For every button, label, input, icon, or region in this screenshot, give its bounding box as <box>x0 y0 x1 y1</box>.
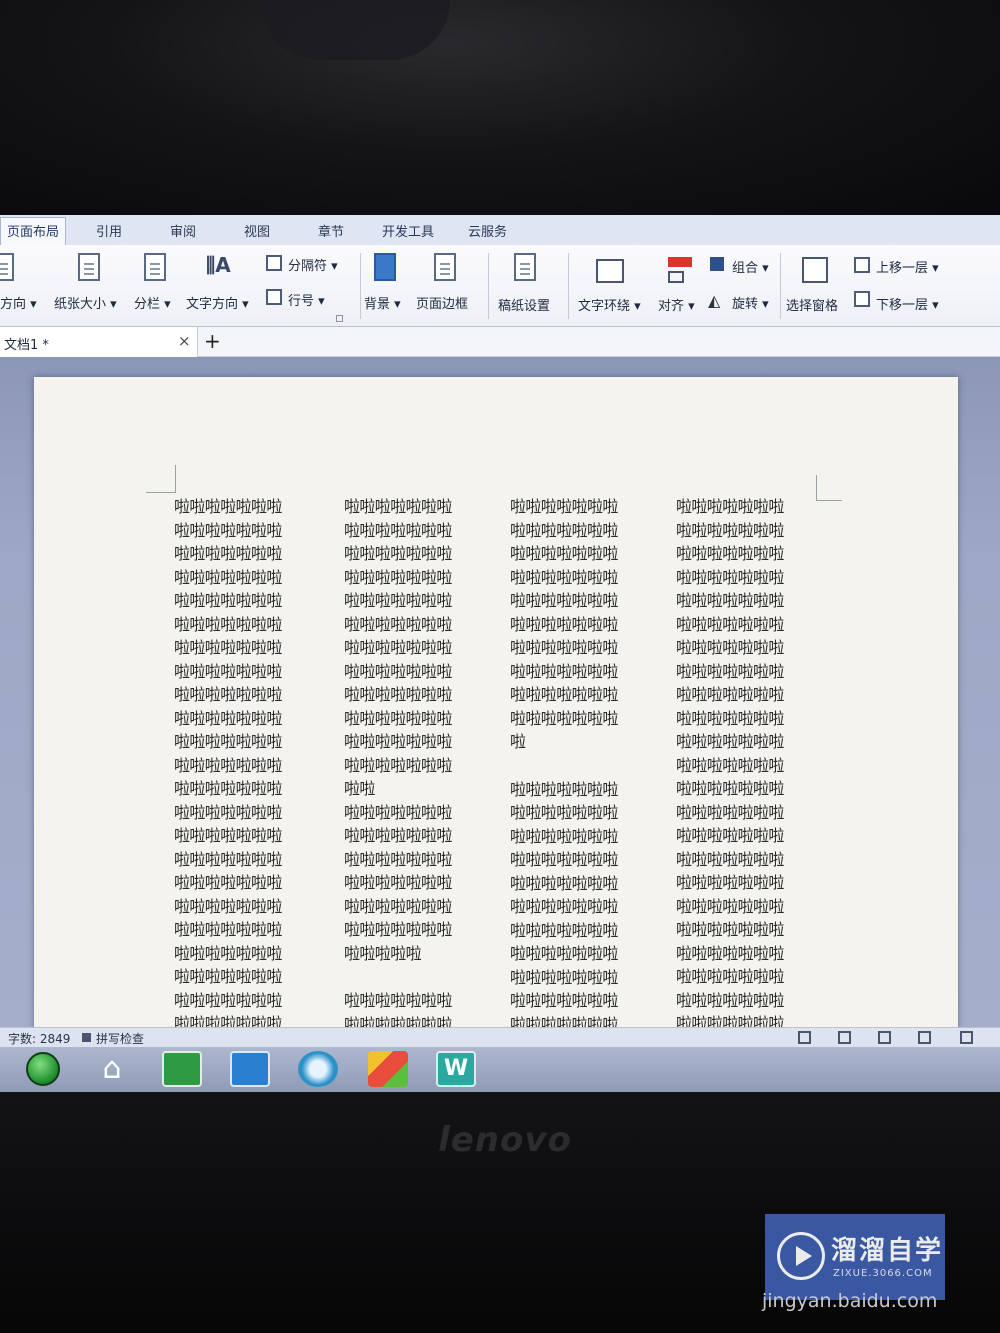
start-orb[interactable] <box>26 1052 60 1086</box>
background-icon <box>374 253 396 281</box>
page-view-icon[interactable] <box>838 1031 851 1044</box>
separator-button[interactable]: 分隔符 ▾ <box>288 255 338 274</box>
taskbar: ⌂ W <box>0 1047 1000 1092</box>
store-icon[interactable] <box>162 1051 202 1087</box>
page-border-icon <box>434 253 456 281</box>
view-mode-icon[interactable] <box>798 1031 811 1044</box>
paragraph: 啦啦啦啦啦啦啦 啦啦啦啦啦啦啦 啦啦啦啦啦啦啦 啦啦啦啦啦啦啦 啦啦啦啦啦啦啦 … <box>510 497 618 751</box>
orientation-icon <box>0 253 14 281</box>
orientation-button[interactable]: 方向 ▾ <box>0 293 37 312</box>
photo-shadow <box>260 0 450 60</box>
web-view-icon[interactable] <box>918 1031 931 1044</box>
separator-icon <box>266 255 282 271</box>
margin-marker-top-left <box>146 465 176 493</box>
dialog-launcher-icon[interactable] <box>336 315 343 322</box>
group-button[interactable]: 组合 ▾ <box>732 257 769 276</box>
ribbon-separator <box>360 253 361 319</box>
spell-check-button[interactable]: 拼写检查 <box>96 1030 144 1047</box>
paragraph: 啦啦啦啦啦啦啦 啦啦啦啦啦啦啦 啦啦啦啦啦啦啦 啦啦啦啦啦啦啦 啦啦啦啦啦啦啦 … <box>676 497 784 775</box>
menu-tabs: 页面布局 引用 审阅 视图 章节 开发工具 云服务 <box>0 215 1000 246</box>
document-tab-label: 文档1 * <box>4 338 49 353</box>
rotate-button[interactable]: 旋转 ▾ <box>732 293 769 312</box>
send-backward-icon <box>854 291 870 307</box>
play-icon <box>777 1232 825 1280</box>
tab-chapter[interactable]: 章节 <box>318 221 344 240</box>
empty-line <box>510 754 660 778</box>
tab-developer[interactable]: 开发工具 <box>382 221 434 240</box>
screen: 页面布局 引用 审阅 视图 章节 开发工具 云服务 方向 ▾ 纸张大小 ▾ 分栏… <box>0 215 1000 1092</box>
tab-page-layout[interactable]: 页面布局 <box>0 217 67 246</box>
document-page[interactable]: 啦啦啦啦啦啦啦 啦啦啦啦啦啦啦 啦啦啦啦啦啦啦 啦啦啦啦啦啦啦 啦啦啦啦啦啦啦 … <box>34 377 958 1037</box>
selection-pane-button[interactable]: 选择窗格 <box>786 295 838 314</box>
colorful-app-icon[interactable] <box>368 1051 408 1087</box>
wps-writer-icon[interactable]: W <box>436 1051 476 1087</box>
watermark-logo: 溜溜自学 ZIXUE.3066.COM <box>765 1214 945 1300</box>
text-direction-button[interactable]: 文字方向 ▾ <box>186 293 249 312</box>
send-backward-button[interactable]: 下移一层 ▾ <box>876 294 939 313</box>
ribbon-separator <box>488 253 489 319</box>
browser-icon[interactable] <box>298 1051 338 1087</box>
new-tab-button[interactable]: + <box>204 329 221 353</box>
columns-icon <box>144 253 166 281</box>
paper-size-button[interactable]: 纸张大小 ▾ <box>54 293 117 312</box>
laptop-bezel-top <box>0 0 1000 215</box>
align-icon <box>668 257 692 267</box>
reading-view-icon[interactable] <box>960 1031 973 1044</box>
word-count[interactable]: 字数: 2849 <box>8 1030 70 1047</box>
text-wrap-button[interactable]: 文字环绕 ▾ <box>578 295 641 314</box>
columns-button[interactable]: 分栏 ▾ <box>134 293 171 312</box>
paragraph: 啦啦啦啦啦啦啦 啦啦啦啦啦啦啦 啦啦啦啦啦啦啦 啦啦啦啦啦啦啦 啦啦啦啦啦啦啦 … <box>510 779 618 1034</box>
home-icon[interactable]: ⌂ <box>92 1051 132 1087</box>
tab-review[interactable]: 审阅 <box>170 221 196 240</box>
text-column-1[interactable]: 啦啦啦啦啦啦啦 啦啦啦啦啦啦啦 啦啦啦啦啦啦啦 啦啦啦啦啦啦啦 啦啦啦啦啦啦啦 … <box>174 495 324 1036</box>
manuscript-icon <box>514 253 536 281</box>
bring-forward-button[interactable]: 上移一层 ▾ <box>876 257 939 276</box>
paragraph: 啦啦啦啦啦啦啦 啦啦啦啦啦啦啦 啦啦啦啦啦啦啦 啦啦啦啦啦啦啦 啦啦啦啦啦啦啦 … <box>344 802 452 963</box>
text-column-3[interactable]: 啦啦啦啦啦啦啦 啦啦啦啦啦啦啦 啦啦啦啦啦啦啦 啦啦啦啦啦啦啦 啦啦啦啦啦啦啦 … <box>510 495 660 1036</box>
paragraph: 啦啦啦啦啦啦啦 啦啦啦啦啦啦啦 啦啦啦啦啦啦啦 啦啦啦啦啦啦啦 啦啦啦啦啦啦啦 … <box>344 497 452 798</box>
empty-line <box>344 965 494 989</box>
text-wrap-icon <box>596 259 624 283</box>
document-workarea: 啦啦啦啦啦啦啦 啦啦啦啦啦啦啦 啦啦啦啦啦啦啦 啦啦啦啦啦啦啦 啦啦啦啦啦啦啦 … <box>0 357 1000 1037</box>
paragraph: 啦啦啦啦啦啦啦 啦啦啦啦啦啦啦 啦啦啦啦啦啦啦 啦啦啦啦啦啦啦 啦啦啦啦啦啦啦 … <box>676 779 784 1033</box>
close-icon[interactable]: × <box>178 332 191 350</box>
align-button[interactable]: 对齐 ▾ <box>658 295 695 314</box>
lenovo-logo: lenovo <box>438 1120 572 1160</box>
align-icon-frame <box>668 271 684 283</box>
ribbon-separator <box>568 253 569 319</box>
text-direction-icon: ⫼A <box>206 253 231 277</box>
watermark-title: 溜溜自学 <box>831 1236 944 1266</box>
paper-size-icon <box>78 253 100 281</box>
rotate-icon: ◭ <box>708 291 721 310</box>
text-column-4[interactable]: 啦啦啦啦啦啦啦 啦啦啦啦啦啦啦 啦啦啦啦啦啦啦 啦啦啦啦啦啦啦 啦啦啦啦啦啦啦 … <box>676 495 826 1036</box>
line-number-icon <box>266 289 282 305</box>
outline-view-icon[interactable] <box>878 1031 891 1044</box>
ribbon-toolbar: 方向 ▾ 纸张大小 ▾ 分栏 ▾ ⫼A 文字方向 ▾ 分隔符 ▾ 行号 ▾ 背景… <box>0 245 1000 327</box>
bring-forward-icon <box>854 257 870 273</box>
selection-pane-icon <box>802 257 828 283</box>
background-button[interactable]: 背景 ▾ <box>364 293 401 312</box>
spell-check-icon <box>82 1033 91 1042</box>
line-number-button[interactable]: 行号 ▾ <box>288 290 325 309</box>
group-icon <box>710 257 724 271</box>
watermark-site: jingyan.baidu.com <box>762 1290 938 1312</box>
ribbon-separator <box>780 253 781 319</box>
document-tab[interactable]: 文档1 * × <box>0 327 198 357</box>
tab-view[interactable]: 视图 <box>244 221 270 240</box>
page-border-button[interactable]: 页面边框 <box>416 293 468 312</box>
watermark-subtitle: ZIXUE.3066.COM <box>833 1268 933 1279</box>
manuscript-settings-button[interactable]: 稿纸设置 <box>498 295 550 314</box>
app-grid-icon[interactable] <box>230 1051 270 1087</box>
status-bar: 字数: 2849 拼写检查 <box>0 1027 1000 1047</box>
document-tab-strip: 文档1 * × + <box>0 327 1000 357</box>
tab-cloud-service[interactable]: 云服务 <box>468 221 507 240</box>
paragraph: 啦啦啦啦啦啦啦 啦啦啦啦啦啦啦 啦啦啦啦啦啦啦 啦啦啦啦啦啦啦 啦啦啦啦啦啦啦 … <box>174 497 282 1033</box>
text-column-2[interactable]: 啦啦啦啦啦啦啦 啦啦啦啦啦啦啦 啦啦啦啦啦啦啦 啦啦啦啦啦啦啦 啦啦啦啦啦啦啦 … <box>344 495 494 1036</box>
tab-references[interactable]: 引用 <box>96 221 122 240</box>
